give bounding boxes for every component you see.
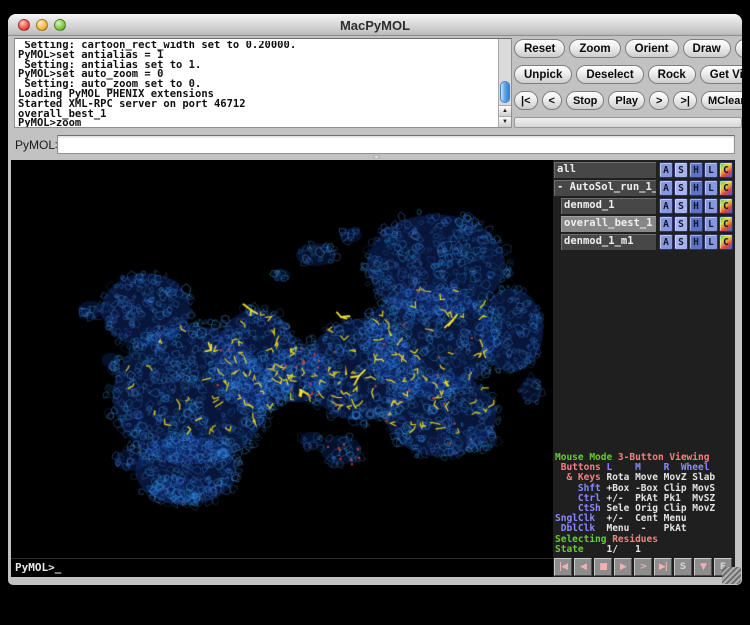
button-row-3: |<<StopPlay>>|MClear <box>514 91 742 110</box>
button-row-1: ResetZoom OrientDraw Ray <box>514 39 742 58</box>
object-row: denmod_1_m1ASHLC <box>554 234 733 250</box>
object-name[interactable]: denmod_1_m1 <box>561 234 656 250</box>
viewport-prompt: PyMOL>_ <box>15 561 61 574</box>
scroll-up-icon[interactable]: ▲ <box>499 105 511 116</box>
frame-last-button[interactable]: ▶| <box>654 558 672 576</box>
object-c-button[interactable]: C <box>719 180 733 196</box>
title-bar[interactable]: MacPyMOL <box>8 14 742 36</box>
macpymol-window: MacPyMOL Setting: cartoon_rect_width set… <box>8 14 742 585</box>
frame-first-button[interactable]: |◀ <box>554 558 572 576</box>
object-row: overall_best_1ASHLC <box>554 216 733 232</box>
object-row: denmod_1ASHLC <box>554 198 733 214</box>
play-button[interactable]: Play <box>608 91 645 110</box>
mclear-button[interactable]: MClear <box>701 91 742 110</box>
object-row: allASHLC <box>554 162 733 178</box>
console-line: overall_best_1 <box>18 110 497 120</box>
button-row-2: UnpickDeselect RockGet View <box>514 65 742 84</box>
window-title: MacPyMOL <box>8 18 742 33</box>
object-l-button[interactable]: L <box>704 216 718 232</box>
object-l-button[interactable]: L <box>704 162 718 178</box>
object-name[interactable]: overall_best_1 <box>561 216 656 232</box>
object-l-button[interactable]: L <box>704 234 718 250</box>
object-a-button[interactable]: A <box>659 234 673 250</box>
fullscreen-toggle[interactable]: ▼ <box>694 558 712 576</box>
object-c-button[interactable]: C <box>719 162 733 178</box>
unpick-button[interactable]: Unpick <box>514 65 572 84</box>
object-a-button[interactable]: A <box>659 162 673 178</box>
object-a-button[interactable]: A <box>659 180 673 196</box>
<-button[interactable]: < <box>542 91 562 110</box>
viewport-3d[interactable] <box>11 160 553 577</box>
object-a-button[interactable]: A <box>659 216 673 232</box>
object-h-button[interactable]: H <box>689 162 703 178</box>
reset-button[interactable]: Reset <box>514 39 565 58</box>
vcr-controls: |◀◀■▶>▶|S▼F <box>554 558 732 576</box>
deselect-button[interactable]: Deselect <box>576 65 643 84</box>
mouse-mode-panel[interactable]: Mouse Mode 3-Button Viewing Buttons L M … <box>555 453 735 555</box>
scrollbar-thumb[interactable] <box>500 81 510 103</box>
console-text: Setting: cartoon_rect_width set to 0.200… <box>18 41 497 127</box>
play-button[interactable]: ▶ <box>614 558 632 576</box>
object-c-button[interactable]: C <box>719 198 733 214</box>
|<-button[interactable]: |< <box>514 91 538 110</box>
stop-button[interactable]: Stop <box>566 91 604 110</box>
feedback-console[interactable]: Setting: cartoon_rect_width set to 0.200… <box>14 38 512 128</box>
scene-button[interactable]: S <box>674 558 692 576</box>
console-line: PyMOL>zoom <box>18 119 497 127</box>
>-button[interactable]: > <box>649 91 669 110</box>
mouse-panel-text: State <box>555 544 589 555</box>
frame-back-button[interactable]: ◀ <box>574 558 592 576</box>
viewport-prompt-bar: PyMOL>_ <box>11 558 553 577</box>
splitter-handle[interactable] <box>373 155 380 159</box>
object-h-button[interactable]: H <box>689 180 703 196</box>
object-s-button[interactable]: S <box>674 198 688 214</box>
draw-button[interactable]: Draw <box>683 39 731 58</box>
object-name[interactable]: all <box>554 162 656 178</box>
object-l-button[interactable]: L <box>704 180 718 196</box>
object-s-button[interactable]: S <box>674 180 688 196</box>
command-input[interactable] <box>57 135 735 154</box>
object-name[interactable]: denmod_1 <box>561 198 656 214</box>
object-c-button[interactable]: C <box>719 234 733 250</box>
ray-button[interactable]: Ray <box>735 39 742 58</box>
scroll-down-icon[interactable]: ▼ <box>499 116 511 127</box>
get-view-button[interactable]: Get View <box>700 65 742 84</box>
rock-button[interactable]: Rock <box>648 65 696 84</box>
main-area: PyMOL>_ allASHLC- AutoSol_run_1_ASHLCden… <box>11 160 735 577</box>
mouse-panel-text: 1/ 1 <box>589 544 640 555</box>
object-s-button[interactable]: S <box>674 234 688 250</box>
object-s-button[interactable]: S <box>674 216 688 232</box>
object-h-button[interactable]: H <box>689 198 703 214</box>
object-name[interactable]: - AutoSol_run_1_ <box>554 180 656 196</box>
object-h-button[interactable]: H <box>689 234 703 250</box>
object-h-button[interactable]: H <box>689 216 703 232</box>
internal-gui-panel: allASHLC- AutoSol_run_1_ASHLCdenmod_1ASH… <box>553 160 735 577</box>
object-list: allASHLC- AutoSol_run_1_ASHLCdenmod_1ASH… <box>554 162 733 252</box>
object-s-button[interactable]: S <box>674 162 688 178</box>
progress-bar <box>514 117 742 128</box>
object-l-button[interactable]: L <box>704 198 718 214</box>
object-a-button[interactable]: A <box>659 198 673 214</box>
>|-button[interactable]: >| <box>673 91 697 110</box>
stop-button[interactable]: ■ <box>594 558 612 576</box>
zoom-button[interactable]: Zoom <box>569 39 620 58</box>
object-row: - AutoSol_run_1_ASHLC <box>554 180 733 196</box>
frame-forward-button[interactable]: > <box>634 558 652 576</box>
console-scrollbar[interactable]: ▲ ▼ <box>498 39 511 127</box>
mouse-panel-line: State 1/ 1 <box>555 545 735 555</box>
object-c-button[interactable]: C <box>719 216 733 232</box>
command-prompt-label: PyMOL> <box>15 138 62 152</box>
resize-grip-icon[interactable] <box>722 567 741 584</box>
orient-button[interactable]: Orient <box>625 39 679 58</box>
